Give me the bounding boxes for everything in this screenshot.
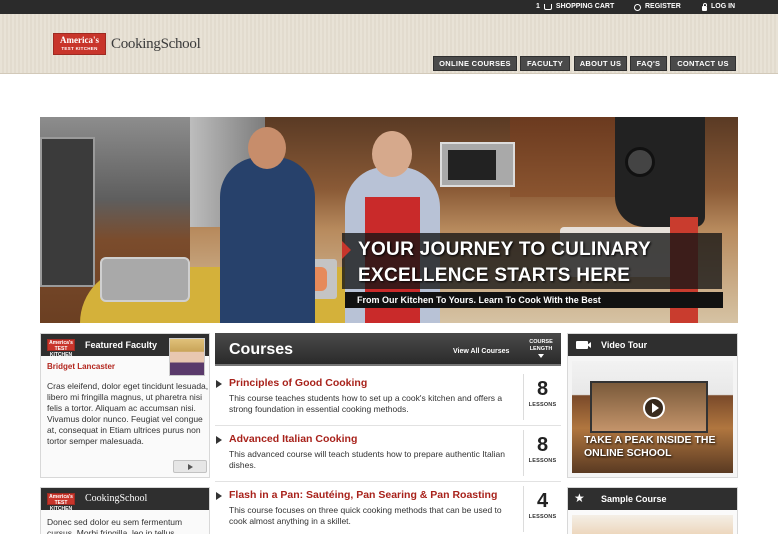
hero-oven — [40, 137, 95, 287]
atk-mini-logo: America's TEST KITCHEN — [47, 339, 75, 358]
atk-logo[interactable]: America's TEST KITCHEN — [53, 33, 106, 55]
course-item[interactable]: Advanced Italian Cooking This advanced c… — [215, 430, 561, 482]
register-link[interactable]: REGISTER — [634, 0, 681, 14]
cooking-school-panel-text: Donec sed dolor eu sem fermentum cursus.… — [47, 517, 183, 534]
star-icon: ★ — [574, 491, 585, 505]
courses-header: Courses View All Courses COURSE LENGTH — [215, 333, 561, 366]
course-length-label-1: COURSE — [529, 339, 553, 345]
video-caption-line1: TAKE A PEAK INSIDE THE — [584, 434, 716, 446]
course-length-sort[interactable]: COURSE LENGTH — [523, 339, 559, 358]
nav-online-courses[interactable]: ONLINE COURSES — [433, 56, 517, 71]
play-arrow-icon — [188, 464, 193, 470]
course-title[interactable]: Advanced Italian Cooking — [229, 433, 357, 445]
faculty-photo[interactable] — [169, 338, 205, 376]
hero-chef-blue — [220, 127, 315, 323]
nav-faculty[interactable]: FACULTY — [520, 56, 570, 71]
course-lessons: 8 LESSONS — [523, 374, 561, 420]
cooking-school-panel-header: America's TEST KITCHEN CookingSchool — [41, 488, 209, 512]
hero-sink — [100, 257, 190, 302]
course-description: This course teaches students how to set … — [229, 393, 503, 414]
lesson-count: 8 — [536, 378, 549, 400]
hero-microwave — [440, 142, 515, 187]
featured-faculty-panel: America's TEST KITCHEN Featured Faculty B… — [40, 333, 210, 478]
login-label: LOG IN — [711, 3, 736, 10]
hero-arrow-icon — [342, 241, 351, 259]
nav-about-us[interactable]: ABOUT US — [574, 56, 627, 71]
lessons-label: LESSONS — [528, 458, 557, 464]
faculty-name[interactable]: Bridget Lancaster — [47, 362, 115, 371]
cooking-school-logo-text[interactable]: CookingSchool — [111, 36, 201, 53]
lock-icon — [702, 2, 707, 11]
course-description: This course focuses on three quick cooki… — [229, 505, 502, 526]
hero-headline-line2: EXCELLENCE STARTS HERE — [358, 265, 631, 286]
register-icon — [634, 3, 641, 11]
video-tour-title: Video Tour — [601, 340, 648, 350]
video-tour-header: Video Tour — [568, 334, 737, 356]
nav-contact-us[interactable]: CONTACT US — [670, 56, 736, 71]
shopping-cart-label: SHOPPING CART — [555, 3, 615, 10]
hero-headline-line1: YOUR JOURNEY TO CULINARY — [358, 239, 651, 260]
featured-faculty-title: Featured Faculty — [85, 340, 158, 350]
view-all-courses-link[interactable]: View All Courses — [453, 348, 509, 355]
shopping-cart-link[interactable]: 1 SHOPPING CART — [536, 0, 614, 14]
course-title[interactable]: Principles of Good Cooking — [229, 377, 367, 389]
cooking-school-panel-title: CookingSchool — [85, 493, 148, 504]
cooking-school-panel: America's TEST KITCHEN CookingSchool Done… — [40, 487, 210, 534]
cart-count: 1 — [536, 3, 540, 10]
sample-course-thumbnail[interactable] — [572, 515, 733, 534]
play-icon[interactable] — [643, 397, 665, 419]
video-tour-panel: Video Tour TAKE A PEAK INSIDE THE ONLINE… — [567, 333, 738, 478]
login-link[interactable]: LOG IN — [702, 0, 735, 14]
register-label: REGISTER — [645, 3, 681, 10]
courses-title: Courses — [229, 341, 294, 358]
course-lessons: 8 LESSONS — [523, 430, 561, 476]
hero-banner[interactable]: YOUR JOURNEY TO CULINARY EXCELLENCE STAR… — [40, 117, 738, 323]
atk-mini-logo: America's TEST KITCHEN — [47, 493, 75, 512]
logo-line1: America's — [60, 35, 99, 45]
arrow-right-icon — [216, 436, 222, 444]
lesson-count: 8 — [536, 434, 549, 456]
logo-line2: TEST KITCHEN — [61, 46, 98, 51]
lessons-label: LESSONS — [528, 402, 557, 408]
course-lessons: 4 LESSONS — [523, 486, 561, 532]
sample-course-panel: ★ Sample Course — [567, 487, 738, 534]
sample-course-header: ★ Sample Course — [568, 488, 737, 510]
arrow-right-icon — [216, 492, 222, 500]
hero-camera — [615, 117, 705, 227]
nav-faqs[interactable]: FAQ'S — [630, 56, 667, 71]
course-length-label-2: LENGTH — [529, 346, 553, 352]
hero-subline: From Our Kitchen To Yours. Learn To Cook… — [345, 292, 723, 308]
faculty-bio: Cras eleifend, dolor eget tincidunt lesu… — [47, 381, 209, 446]
sample-course-title: Sample Course — [601, 494, 667, 504]
video-camera-icon — [576, 341, 591, 349]
lesson-count: 4 — [536, 490, 549, 512]
course-item[interactable]: Principles of Good Cooking This course t… — [215, 374, 561, 426]
cart-icon — [543, 4, 552, 10]
video-tour-thumbnail[interactable]: TAKE A PEAK INSIDE THE ONLINE SCHOOL — [572, 361, 733, 473]
video-tour-caption: TAKE A PEAK INSIDE THE ONLINE SCHOOL — [584, 434, 715, 459]
course-title[interactable]: Flash in a Pan: Sautéing, Pan Searing & … — [229, 489, 497, 501]
video-caption-line2: ONLINE SCHOOL — [584, 446, 672, 459]
chevron-down-icon — [538, 354, 544, 358]
faculty-next-button[interactable] — [173, 460, 207, 473]
hero-headline: YOUR JOURNEY TO CULINARY EXCELLENCE STAR… — [358, 237, 651, 289]
utility-bar: 1 SHOPPING CART REGISTER LOG IN — [0, 0, 778, 14]
course-item[interactable]: Flash in a Pan: Sautéing, Pan Searing & … — [215, 486, 561, 534]
arrow-right-icon — [216, 380, 222, 388]
course-description: This advanced course will teach students… — [229, 449, 505, 470]
lessons-label: LESSONS — [528, 514, 557, 520]
